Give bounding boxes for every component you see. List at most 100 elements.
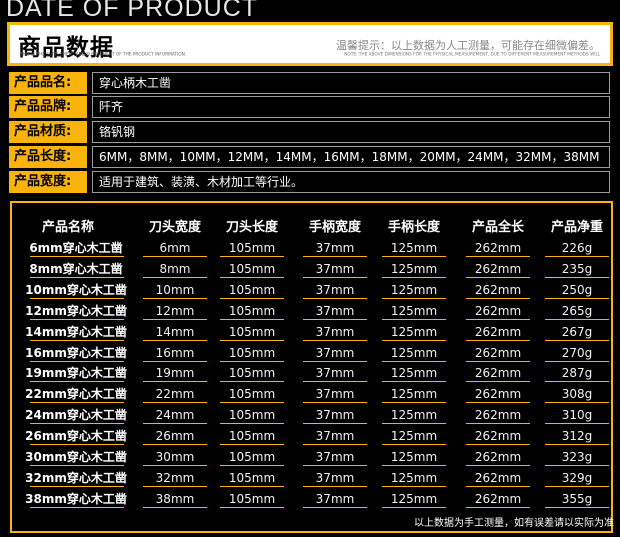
- column-header: 产品名称: [41, 220, 94, 235]
- cell-underline: [143, 402, 207, 404]
- cell-underline: [466, 276, 530, 278]
- spec-label: 产品品名:: [9, 72, 87, 94]
- cell-underline: [30, 318, 124, 320]
- spec-value: 穿心柄木工凿: [92, 72, 610, 94]
- cell-underline: [303, 276, 367, 278]
- cell-underline: [30, 506, 124, 508]
- spec-value: 阡齐: [92, 96, 610, 118]
- cell-underline: [30, 485, 124, 487]
- cell-underline: [303, 256, 367, 257]
- cell-underline: [382, 506, 446, 508]
- cell-underline: [545, 423, 609, 425]
- table-row: 10mm穿心木工凿 10mm 105mm 37mm 125mm 262mm 250g: [0, 280, 620, 301]
- spec-label: 产品品牌:: [9, 96, 87, 118]
- cell-underline: [30, 276, 124, 278]
- cell-underline: [382, 485, 446, 487]
- column-header: 产品全长: [471, 220, 524, 235]
- table-row: 6mm穿心木工凿 6mm 105mm 37mm 125mm 262mm 226g: [0, 238, 620, 259]
- cell-underline: [30, 444, 124, 446]
- cell-underline: [466, 381, 530, 383]
- spec-value: 6MM，8MM，10MM，12MM，14MM，16MM，18MM，20MM，24…: [92, 146, 610, 168]
- cell-underline: [143, 465, 207, 466]
- spec-label: 产品长度:: [9, 146, 87, 168]
- cell-underline: [382, 297, 446, 299]
- column-header: 产品净重: [550, 220, 603, 235]
- cell-underline: [303, 297, 367, 299]
- cell-underline: [220, 381, 284, 383]
- cell-underline: [382, 256, 446, 257]
- cell-underline: [382, 339, 446, 341]
- table-row: 16mm穿心木工凿 16mm 105mm 37mm 125mm 262mm 270g: [0, 343, 620, 364]
- column-header: 刀头宽度: [148, 220, 201, 235]
- cell-underline: [545, 297, 609, 299]
- cell-underline: [466, 297, 530, 299]
- table-row: 19mm穿心木工凿 19mm 105mm 37mm 125mm 262mm 287g: [0, 363, 620, 384]
- table-row: 14mm穿心木工凿 14mm 105mm 37mm 125mm 262mm 267g: [0, 322, 620, 343]
- cell-underline: [466, 506, 530, 508]
- cell-underline: [545, 360, 609, 362]
- cell-underline: [382, 381, 446, 383]
- cell-underline: [30, 423, 124, 425]
- cell-underline: [303, 465, 367, 466]
- spec-label: 产品材质:: [9, 121, 87, 143]
- section-banner: 商品数据 THIS IS THE SUPPLEMENT AND SUPPLEME…: [7, 22, 613, 66]
- cell-underline: [220, 256, 284, 257]
- cell-underline: [382, 276, 446, 278]
- measurement-notice: 温馨提示：以上数据为人工测量，可能存在细微偏差。: [336, 39, 600, 52]
- cell-underline: [143, 506, 207, 508]
- cell-underline: [143, 444, 207, 446]
- cell-underline: [303, 339, 367, 341]
- section-subtitle: THIS IS THE SUPPLEMENT AND SUPPLEMENT OF…: [20, 52, 187, 58]
- cell-underline: [466, 444, 530, 446]
- cell-underline: [143, 485, 207, 487]
- cell-underline: [545, 465, 609, 466]
- column-header: 刀头长度: [225, 220, 278, 235]
- cell-underline: [303, 318, 367, 320]
- cell-underline: [382, 402, 446, 404]
- cell-underline: [30, 297, 124, 299]
- cell-underline: [545, 506, 609, 508]
- table-row: 30mm穿心木工凿 30mm 105mm 37mm 125mm 262mm 323g: [0, 447, 620, 468]
- cell-underline: [30, 402, 124, 404]
- table-row: 26mm穿心木工凿 26mm 105mm 37mm 125mm 262mm 312g: [0, 426, 620, 447]
- cell-underline: [303, 360, 367, 362]
- cell-underline: [466, 318, 530, 320]
- spec-row: 产品宽度: 适用于建筑、装潢、木材加工等行业。: [9, 171, 610, 193]
- cell-underline: [382, 423, 446, 425]
- cell-underline: [220, 485, 284, 487]
- cell-underline: [466, 339, 530, 341]
- cell-underline: [545, 256, 609, 257]
- cell-underline: [143, 381, 207, 383]
- cell-underline: [303, 444, 367, 446]
- table-row: 22mm穿心木工凿 22mm 105mm 37mm 125mm 262mm 308g: [0, 384, 620, 405]
- cell-underline: [303, 381, 367, 383]
- cell-underline: [220, 339, 284, 341]
- cell-underline: [466, 256, 530, 257]
- cell-underline: [382, 318, 446, 320]
- table-row: 32mm穿心木工凿 32mm 105mm 37mm 125mm 262mm 329g: [0, 468, 620, 489]
- cell-underline: [143, 360, 207, 362]
- column-header: 手柄宽度: [308, 220, 361, 235]
- table-row: 8mm穿心木工凿 8mm 105mm 37mm 125mm 262mm 235g: [0, 259, 620, 280]
- cell-underline: [220, 444, 284, 446]
- table-row: 12mm穿心木工凿 12mm 105mm 37mm 125mm 262mm 265g: [0, 301, 620, 322]
- cell-underline: [220, 276, 284, 278]
- cell-underline: [303, 485, 367, 487]
- cell-underline: [466, 485, 530, 487]
- cell-underline: [545, 485, 609, 487]
- cell-underline: [143, 276, 207, 278]
- cell-underline: [303, 402, 367, 404]
- cell-underline: [545, 444, 609, 446]
- cell-underline: [545, 339, 609, 341]
- cell-underline: [143, 423, 207, 425]
- cell-underline: [220, 297, 284, 299]
- cell-underline: [143, 297, 207, 299]
- cell-underline: [30, 360, 124, 362]
- cell-underline: [545, 381, 609, 383]
- spec-row: 产品品牌: 阡齐: [9, 96, 610, 118]
- cell-underline: [143, 339, 207, 341]
- cell-underline: [220, 423, 284, 425]
- cell-underline: [30, 339, 124, 341]
- cell-underline: [30, 381, 124, 383]
- table-row: 38mm穿心木工凿 38mm 105mm 37mm 125mm 262mm 355g: [0, 489, 620, 510]
